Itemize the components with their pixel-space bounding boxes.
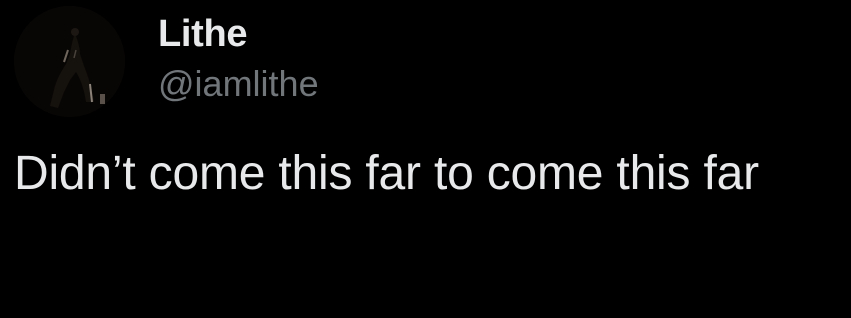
display-name[interactable]: Lithe [158, 12, 248, 56]
avatar[interactable] [14, 6, 125, 117]
profile-photo-icon [14, 6, 125, 117]
user-handle[interactable]: @iamlithe [158, 62, 319, 106]
tweet-card: Lithe @iamlithe Didn’t come this far to … [0, 0, 851, 318]
tweet-text: Didn’t come this far to come this far [14, 147, 759, 200]
